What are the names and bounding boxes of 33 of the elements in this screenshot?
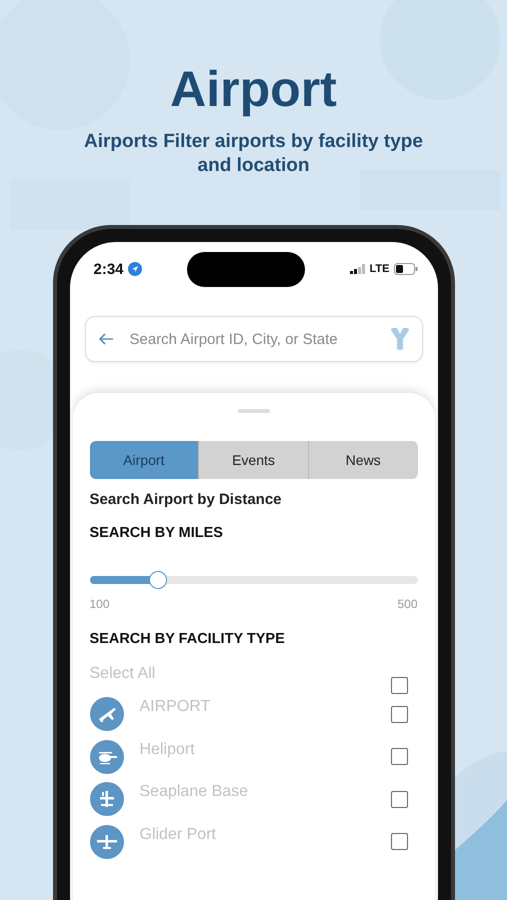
checkbox[interactable] xyxy=(390,833,408,850)
subtitle: Airports Filter airports by facility type and location xyxy=(83,130,424,178)
search-input[interactable]: Search Airport ID, City, or State xyxy=(128,330,376,348)
checkbox[interactable] xyxy=(390,748,408,766)
seaplane-icon xyxy=(90,782,124,816)
section-title: Search Airport by Distance xyxy=(90,491,283,508)
facility-label: Seaplane Base xyxy=(140,782,250,801)
helicopter-icon xyxy=(90,740,124,774)
checkbox[interactable] xyxy=(390,790,408,808)
search-field[interactable]: Search Airport ID, City, or State xyxy=(84,316,422,362)
select-all-label: Select All xyxy=(90,665,156,683)
checkbox[interactable] xyxy=(390,676,408,694)
checkbox[interactable] xyxy=(390,706,408,723)
section-heading: SEARCH BY FACILITY TYPE xyxy=(90,631,286,647)
headline: Airport xyxy=(170,60,337,119)
status-time: 2:34 xyxy=(94,260,124,278)
network-label: LTE xyxy=(370,263,390,275)
section-heading: SEARCH BY MILES xyxy=(90,525,224,541)
slider-thumb[interactable] xyxy=(149,571,168,589)
miles-slider[interactable] xyxy=(90,571,418,589)
location-icon xyxy=(128,262,142,276)
tab[interactable]: Events xyxy=(199,441,309,479)
facility-label: Glider Port xyxy=(140,824,217,844)
tab[interactable]: Airport xyxy=(90,441,200,479)
min-label: 100 xyxy=(90,597,110,611)
facility-label: AIRPORT xyxy=(140,697,212,716)
facility-label: Heliport xyxy=(140,740,196,758)
tab[interactable]: News xyxy=(308,441,418,479)
max-label: 500 xyxy=(397,597,418,611)
sheet-handle[interactable] xyxy=(238,409,270,413)
battery-icon xyxy=(394,263,418,275)
signal-icon xyxy=(350,264,366,274)
back-arrow-icon[interactable] xyxy=(98,332,114,346)
